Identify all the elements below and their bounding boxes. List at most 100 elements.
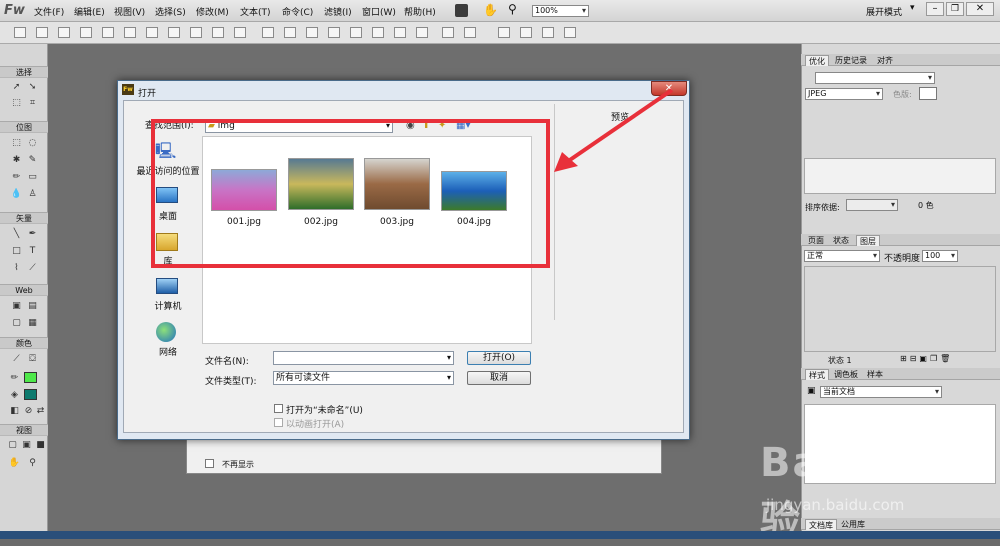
paste-icon[interactable]: [234, 27, 246, 38]
stroke-color-swatch[interactable]: [24, 372, 37, 383]
document-select[interactable]: 当前文档: [820, 386, 942, 398]
rectangle-tool-icon[interactable]: □: [10, 246, 23, 257]
lasso-tool-icon[interactable]: ◌: [26, 138, 39, 149]
matte-swatch[interactable]: [919, 87, 937, 100]
eraser-tool-icon[interactable]: ▭: [26, 172, 39, 183]
undo-icon[interactable]: [146, 27, 158, 38]
tab-styles[interactable]: 样式: [805, 369, 829, 380]
zoom-select[interactable]: 100%: [532, 5, 589, 17]
standard-mode-icon[interactable]: ▢: [6, 440, 19, 451]
show-slices-icon[interactable]: ▦: [26, 318, 39, 329]
group-icon[interactable]: [262, 27, 274, 38]
tab-states[interactable]: 状态: [830, 235, 852, 246]
bring-front-icon[interactable]: [350, 27, 362, 38]
menu-view[interactable]: 视图(V): [114, 5, 145, 18]
marquee-tool-icon[interactable]: ⬚: [10, 138, 23, 149]
pen-tool-icon[interactable]: ✒: [26, 229, 39, 240]
pencil-tool-icon[interactable]: ✏: [10, 172, 23, 183]
tab-layers[interactable]: 图层: [856, 235, 880, 246]
minimize-button[interactable]: –: [926, 2, 944, 16]
text-tool-icon[interactable]: T: [26, 246, 39, 257]
tab-swatches[interactable]: 调色板: [831, 369, 861, 380]
tab-optimize[interactable]: 优化: [805, 55, 829, 66]
menu-edit[interactable]: 编辑(E): [74, 5, 105, 18]
open-icon[interactable]: [58, 27, 70, 38]
knife-tool-icon[interactable]: ⟋: [26, 263, 39, 274]
filetype-select[interactable]: 所有可读文件 ▾: [273, 371, 454, 385]
menu-modify[interactable]: 修改(M): [196, 5, 229, 18]
join-icon[interactable]: [306, 27, 318, 38]
stroke-color-icon[interactable]: ✏: [8, 373, 21, 384]
menu-select[interactable]: 选择(S): [155, 5, 186, 18]
blur-tool-icon[interactable]: 💧: [10, 189, 23, 200]
hide-slices-icon[interactable]: ▢: [10, 318, 23, 329]
fill-color-swatch[interactable]: [24, 389, 37, 400]
format-select[interactable]: JPEG: [805, 88, 883, 100]
flip-h-icon[interactable]: [498, 27, 510, 38]
default-colors-icon[interactable]: ◧: [8, 406, 21, 417]
align-icon[interactable]: [394, 27, 406, 38]
open-button[interactable]: 打开(O): [467, 351, 531, 365]
eyedropper-tool-icon[interactable]: ⟋: [10, 354, 23, 365]
print-icon[interactable]: [124, 27, 136, 38]
save-icon[interactable]: [36, 27, 48, 38]
skew-icon[interactable]: [542, 27, 554, 38]
rotate-icon[interactable]: [442, 27, 454, 38]
slice-tool-icon[interactable]: ▤: [26, 301, 39, 312]
blend-mode-select[interactable]: 正常: [804, 250, 880, 262]
layout-dropdown-icon[interactable]: ▾: [910, 3, 915, 13]
menu-help[interactable]: 帮助(H): [404, 5, 436, 18]
distort-icon[interactable]: [564, 27, 576, 38]
open-as-untitled-checkbox[interactable]: [274, 404, 283, 413]
copy-icon[interactable]: [212, 27, 224, 38]
tab-align[interactable]: 对齐: [874, 55, 896, 66]
crop-tool-icon[interactable]: ⌗: [26, 98, 39, 109]
new-icon[interactable]: [14, 27, 26, 38]
import-icon[interactable]: [80, 27, 92, 38]
subselect-tool-icon[interactable]: ➘: [26, 82, 39, 93]
optimize-preset-select[interactable]: [815, 72, 935, 84]
hand-icon[interactable]: ✋: [483, 3, 498, 17]
layout-mode-button[interactable]: 展开模式: [866, 5, 902, 18]
filename-input[interactable]: ▾: [273, 351, 454, 365]
zoom-tool-icon[interactable]: ⚲: [26, 458, 39, 469]
menu-command[interactable]: 命令(C): [282, 5, 313, 18]
sort-select[interactable]: [846, 199, 898, 211]
swap-colors-icon[interactable]: ⇄: [34, 406, 47, 417]
flip-v-icon[interactable]: [520, 27, 532, 38]
paint-bucket-icon[interactable]: ⛋: [26, 354, 39, 365]
align-dropdown-icon[interactable]: [464, 27, 476, 38]
open-as-animation-checkbox[interactable]: [274, 418, 283, 427]
layer-actions-icons[interactable]: ⊞⊟▣❐🗑: [900, 354, 953, 363]
dont-show-checkbox[interactable]: [205, 459, 214, 468]
hotspot-tool-icon[interactable]: ▣: [10, 301, 23, 312]
freeform-tool-icon[interactable]: ⌇: [10, 263, 23, 274]
pointer-tool-icon[interactable]: ➚: [10, 82, 23, 93]
network-icon[interactable]: [156, 322, 176, 342]
distribute-icon[interactable]: [416, 27, 428, 38]
menu-file[interactable]: 文件(F): [34, 5, 64, 18]
menu-filters[interactable]: 滤镜(I): [324, 5, 352, 18]
place-network[interactable]: 网络: [140, 345, 196, 358]
full-screen-icon[interactable]: ■: [34, 440, 47, 451]
cut-icon[interactable]: [190, 27, 202, 38]
opacity-input[interactable]: 100: [922, 250, 958, 262]
scale-tool-icon[interactable]: ⬚: [10, 98, 23, 109]
menu-text[interactable]: 文本(T): [240, 5, 271, 18]
full-screen-menu-icon[interactable]: ▣: [20, 440, 33, 451]
menu-window[interactable]: 窗口(W): [362, 5, 396, 18]
ungroup-icon[interactable]: [284, 27, 296, 38]
tab-pages[interactable]: 页面: [805, 235, 827, 246]
tab-history[interactable]: 历史记录: [832, 55, 870, 66]
zoom-icon[interactable]: ⚲: [508, 2, 517, 16]
line-tool-icon[interactable]: ╲: [10, 229, 23, 240]
send-back-icon[interactable]: [372, 27, 384, 38]
tab-samples[interactable]: 样本: [864, 369, 886, 380]
fill-color-icon[interactable]: ◈: [8, 390, 21, 401]
standard-screen-icon[interactable]: [455, 4, 468, 17]
place-computer[interactable]: 计算机: [140, 299, 196, 312]
magic-wand-icon[interactable]: ✱: [10, 155, 23, 166]
export-icon[interactable]: [102, 27, 114, 38]
redo-icon[interactable]: [168, 27, 180, 38]
close-app-button[interactable]: ✕: [966, 2, 994, 16]
